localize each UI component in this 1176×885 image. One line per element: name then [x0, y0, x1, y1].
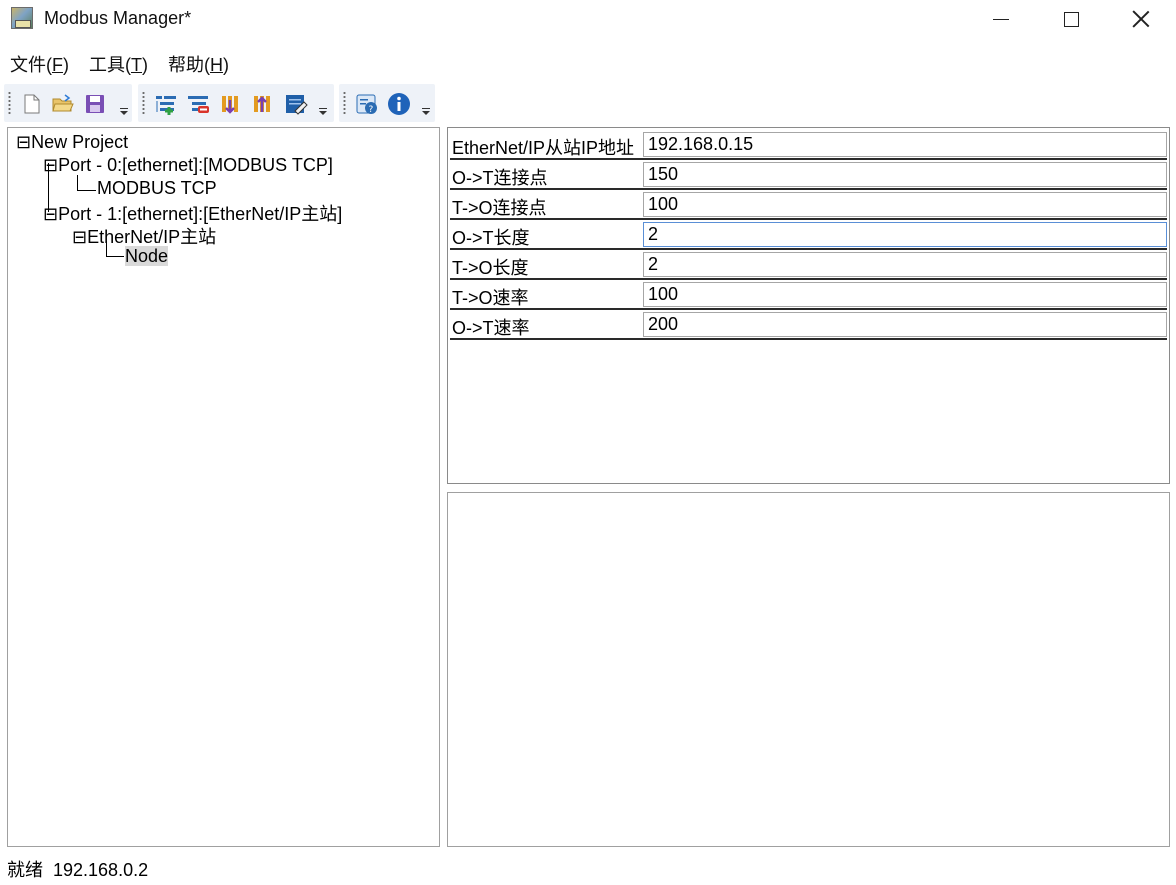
ot-length-field[interactable] [643, 222, 1167, 247]
slave-ip-field[interactable] [643, 132, 1167, 157]
toolbar-grip[interactable] [142, 91, 145, 115]
menu-help-close: ) [223, 55, 229, 75]
tree-item-project[interactable]: ⊟New Project [16, 132, 128, 153]
minimize-button[interactable] [966, 0, 1036, 38]
save-icon [86, 95, 104, 113]
new-file-button[interactable] [20, 92, 44, 116]
help-toolbar: ? [339, 84, 435, 122]
collapse-icon[interactable]: ⊟ [43, 155, 58, 175]
upload-icon [254, 96, 270, 112]
download-icon [222, 96, 238, 114]
edit-button[interactable] [284, 92, 308, 116]
collapse-icon[interactable]: ⊟ [16, 132, 31, 152]
menu-file-label: 文件( [10, 55, 52, 75]
property-row: T->O长度 [450, 250, 1167, 280]
info-button[interactable] [387, 92, 411, 116]
collapse-icon[interactable]: ⊟ [72, 227, 87, 247]
tree-line [77, 190, 96, 191]
file-toolbar [4, 84, 132, 122]
menu-tools-label: 工具( [89, 55, 131, 75]
detail-panel [447, 492, 1170, 847]
delete-port-button[interactable] [186, 92, 210, 116]
menu-tools-accel: T [131, 55, 142, 75]
close-button[interactable] [1106, 0, 1176, 38]
to-length-field[interactable] [643, 252, 1167, 277]
info-icon [388, 93, 410, 115]
status-text: 就绪 192.168.0.2 [7, 860, 149, 880]
property-row: T->O速率 [450, 280, 1167, 310]
tree-item-label: Node [125, 246, 169, 266]
menu-help-accel: H [210, 55, 223, 75]
tree-item-label: Port - 1:[ethernet]:[EtherNet/IP主站] [58, 204, 343, 224]
menu-file-accel: F [52, 55, 63, 75]
tree-item-label: Port - 0:[ethernet]:[MODBUS TCP] [58, 155, 333, 175]
tree-item-modbus-tcp[interactable]: MODBUS TCP [97, 178, 217, 199]
menu-file[interactable]: 文件(F) [10, 51, 69, 77]
menu-file-close: ) [63, 55, 69, 75]
property-label: EtherNet/IP从站IP地址 [452, 138, 635, 158]
tree-item-port0[interactable]: ⊟Port - 0:[ethernet]:[MODBUS TCP] [43, 155, 333, 176]
property-label: T->O速率 [452, 288, 529, 308]
property-row: EtherNet/IP从站IP地址 [450, 130, 1167, 160]
collapse-icon[interactable]: ⊟ [43, 204, 58, 224]
toolbar-overflow-icon[interactable] [119, 108, 129, 118]
tree-line [77, 175, 78, 190]
menu-help-label: 帮助( [168, 55, 210, 75]
new-file-icon [24, 94, 40, 114]
help-button[interactable]: ? [355, 92, 379, 116]
open-folder-icon [52, 94, 74, 112]
tree-item-label: MODBUS TCP [97, 178, 217, 198]
tree-item-label: EtherNet/IP主站 [87, 227, 217, 247]
toolbar-overflow-icon[interactable] [318, 108, 328, 118]
help-icon: ? [356, 94, 377, 115]
property-label: O->T速率 [452, 318, 530, 338]
edit-icon [286, 95, 308, 115]
port-toolbar [138, 84, 334, 122]
add-port-button[interactable] [154, 92, 178, 116]
delete-port-icon [188, 96, 209, 113]
tree-item-label: New Project [31, 132, 129, 152]
title-bar: Modbus Manager* [0, 0, 1176, 40]
maximize-icon [1063, 11, 1079, 27]
menu-tools[interactable]: 工具(T) [89, 51, 148, 77]
tree-item-node[interactable]: Node [125, 246, 169, 267]
property-row: O->T速率 [450, 310, 1167, 340]
open-button[interactable] [51, 92, 75, 116]
upload-button[interactable] [250, 92, 274, 116]
save-button[interactable] [83, 92, 107, 116]
window-title: Modbus Manager* [44, 8, 192, 28]
ot-rate-field[interactable] [643, 312, 1167, 337]
tree-line [106, 256, 124, 257]
menu-bar: 文件(F) 工具(T) 帮助(H) [0, 44, 1176, 80]
maximize-button[interactable] [1036, 0, 1106, 38]
add-port-icon [156, 96, 176, 115]
toolbar-overflow-icon[interactable] [421, 108, 431, 118]
toolbar-grip[interactable] [343, 91, 346, 115]
svg-text:?: ? [369, 105, 374, 115]
ot-connection-point-field[interactable] [643, 162, 1167, 187]
to-rate-field[interactable] [643, 282, 1167, 307]
property-row: O->T连接点 [450, 160, 1167, 190]
menu-help[interactable]: 帮助(H) [168, 51, 229, 77]
close-icon [1132, 10, 1150, 28]
app-icon [11, 7, 33, 29]
property-label: T->O连接点 [452, 198, 547, 218]
property-label: O->T连接点 [452, 168, 548, 188]
property-label: O->T长度 [452, 228, 530, 248]
property-row: T->O连接点 [450, 190, 1167, 220]
status-bar: 就绪 192.168.0.2 [0, 851, 1176, 885]
property-row: O->T长度 [450, 220, 1167, 250]
to-connection-point-field[interactable] [643, 192, 1167, 217]
download-button[interactable] [218, 92, 242, 116]
property-grid: EtherNet/IP从站IP地址 O->T连接点 T->O连接点 O->T长度… [447, 127, 1170, 484]
toolbar-grip[interactable] [8, 91, 11, 115]
minimize-icon [993, 18, 1009, 20]
project-tree[interactable]: ⊟New Project ⊟Port - 0:[ethernet]:[MODBU… [7, 127, 440, 847]
property-label: T->O长度 [452, 258, 529, 278]
menu-tools-close: ) [142, 55, 148, 75]
